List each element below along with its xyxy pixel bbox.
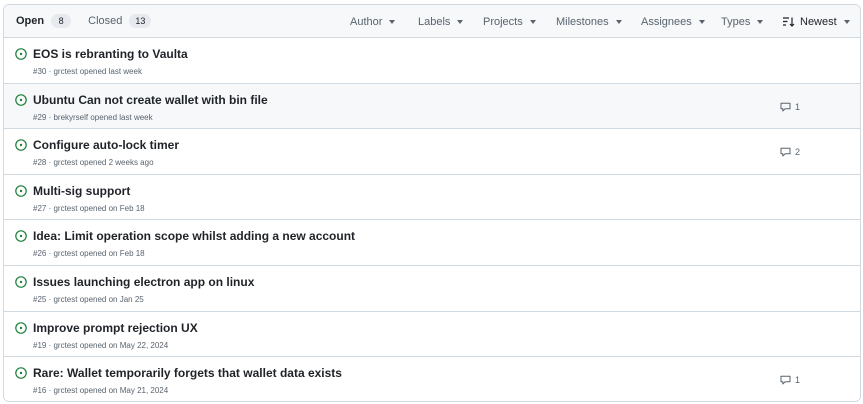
chevron-down-icon: [457, 20, 464, 24]
issue-meta: #19 · grctest opened on May 22, 2024: [33, 340, 169, 350]
comment-count: 1: [795, 101, 801, 112]
issue-row[interactable]: Improve prompt rejection UX #19 · grctest…: [4, 311, 860, 358]
assignees-filter[interactable]: Assignees: [641, 5, 705, 38]
tab-closed[interactable]: Closed 13: [88, 14, 152, 28]
issue-meta: #30 · grctest opened last week: [33, 67, 142, 76]
chevron-down-icon: [757, 20, 764, 24]
comment-count: 1: [795, 375, 801, 386]
closed-count-badge: 13: [129, 14, 152, 28]
issue-meta: #26 · grctest opened on Feb 18: [33, 249, 145, 259]
sort-icon: [783, 16, 795, 27]
comments-link[interactable]: 2: [780, 147, 800, 157]
issue-meta: #16 · grctest opened on May 21, 2024: [33, 386, 169, 396]
tab-open-label: Open: [16, 15, 45, 27]
author-filter[interactable]: Author: [350, 5, 396, 38]
milestones-filter[interactable]: Milestones: [556, 5, 622, 38]
comment-icon: [780, 375, 791, 385]
assignees-filter-label: Assignees: [641, 15, 692, 28]
issue-opened-icon: [15, 184, 27, 197]
comment-icon: [780, 147, 791, 157]
issue-row[interactable]: Issues launching electron app on linux #2…: [4, 265, 860, 312]
projects-filter-label: Projects: [483, 15, 523, 28]
issue-meta: #25 · grctest opened on Jan 25: [33, 294, 144, 304]
chevron-down-icon: [529, 20, 536, 24]
issues-rows: EOS is rebranting to Vaulta #30 · grctest…: [4, 38, 860, 401]
issue-row[interactable]: EOS is rebranting to Vaulta #30 · grctest…: [4, 38, 860, 84]
comments-link[interactable]: 1: [780, 375, 800, 385]
issue-row[interactable]: Idea: Limit operation scope whilst addin…: [4, 220, 860, 266]
issue-row[interactable]: Rare: Wallet temporarily forgets that wa…: [4, 357, 860, 401]
tab-open[interactable]: Open 8: [16, 14, 72, 28]
issue-meta: #28 · grctest opened 2 weeks ago: [33, 158, 154, 168]
labels-filter[interactable]: Labels: [418, 5, 464, 38]
issue-opened-icon: [15, 139, 27, 151]
author-filter-label: Author: [350, 15, 383, 28]
issue-meta: #27 · grctest opened on Feb 18: [33, 203, 145, 213]
issue-opened-icon: [15, 93, 27, 106]
issue-opened-icon: [15, 230, 27, 243]
issue-row[interactable]: Configure auto-lock timer #28 · grctest o…: [4, 129, 860, 175]
issue-row[interactable]: Ubuntu Can not create wallet with bin fi…: [4, 83, 860, 130]
comments-link[interactable]: 1: [780, 102, 800, 112]
issue-meta: #29 · brekyrself opened last week: [33, 112, 153, 122]
issue-title-link[interactable]: EOS is rebranting to Vaulta: [33, 47, 188, 61]
milestones-filter-label: Milestones: [556, 15, 609, 28]
issue-title-link[interactable]: Rare: Wallet temporarily forgets that wa…: [33, 366, 342, 380]
chevron-down-icon: [698, 20, 705, 24]
tab-closed-label: Closed: [88, 15, 123, 27]
issue-title-link[interactable]: Improve prompt rejection UX: [33, 321, 198, 335]
open-count-badge: 8: [51, 14, 72, 28]
chevron-down-icon: [389, 20, 396, 24]
issue-opened-icon: [15, 276, 27, 288]
labels-filter-label: Labels: [418, 15, 451, 28]
issues-list-header: Open 8 Closed 13 Author Labels Projects …: [4, 5, 860, 38]
projects-filter[interactable]: Projects: [483, 5, 536, 38]
issue-opened-icon: [15, 321, 27, 334]
issue-title-link[interactable]: Configure auto-lock timer: [33, 138, 179, 152]
issue-title-link[interactable]: Multi-sig support: [33, 184, 130, 198]
comment-icon: [780, 102, 791, 112]
issue-title-link[interactable]: Ubuntu Can not create wallet with bin fi…: [33, 93, 268, 107]
issue-opened-icon: [15, 367, 27, 379]
chevron-down-icon: [615, 20, 622, 24]
comment-count: 2: [795, 147, 801, 158]
types-filter-label: Types: [721, 15, 751, 28]
chevron-down-icon: [843, 20, 850, 24]
issue-title-link[interactable]: Issues launching electron app on linux: [33, 275, 254, 289]
sort-filter[interactable]: Newest: [783, 5, 850, 38]
sort-filter-label: Newest: [800, 15, 837, 28]
issue-title-link[interactable]: Idea: Limit operation scope whilst addin…: [33, 229, 355, 243]
issue-opened-icon: [15, 48, 27, 60]
issues-list: Open 8 Closed 13 Author Labels Projects …: [3, 4, 861, 402]
issue-row[interactable]: Multi-sig support #27 · grctest opened on…: [4, 174, 860, 221]
types-filter[interactable]: Types: [721, 5, 764, 38]
